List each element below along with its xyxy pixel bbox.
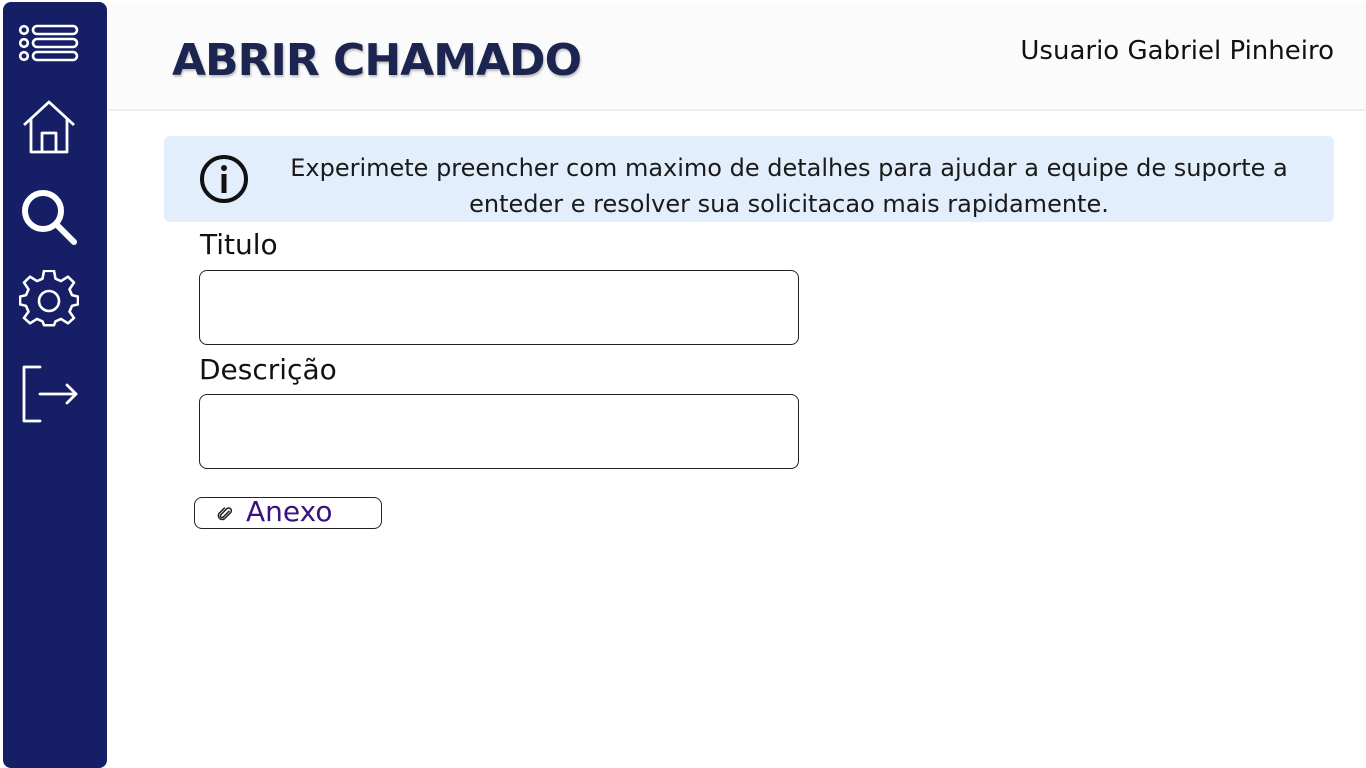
title-label: Titulo <box>200 228 278 261</box>
header: ABRIR CHAMADO Usuario Gabriel Pinheiro <box>108 3 1366 111</box>
sidebar <box>3 2 107 768</box>
page-title: ABRIR CHAMADO <box>172 35 582 86</box>
search-icon <box>18 186 80 248</box>
sidebar-item-menu[interactable] <box>17 15 81 79</box>
description-input[interactable] <box>199 394 799 469</box>
paperclip-icon <box>217 505 235 523</box>
title-input[interactable] <box>199 270 799 345</box>
info-message: Experimete preencher com maximo de detal… <box>284 150 1294 222</box>
info-banner: Experimete preencher com maximo de detal… <box>164 136 1334 222</box>
description-label: Descrição <box>199 353 337 386</box>
info-message-line-2: enteder e resolver sua solicitacao mais … <box>469 190 1109 218</box>
gear-icon <box>19 270 79 330</box>
sidebar-item-search[interactable] <box>17 185 81 249</box>
sidebar-item-home[interactable] <box>17 95 81 159</box>
info-icon <box>198 153 250 205</box>
attach-label: Anexo <box>246 495 333 528</box>
page: ABRIR CHAMADO Usuario Gabriel Pinheiro E… <box>0 0 1366 768</box>
logout-icon <box>18 363 80 425</box>
sidebar-item-logout[interactable] <box>17 362 81 426</box>
user-label: Usuario Gabriel Pinheiro <box>1020 36 1334 66</box>
info-message-line-1: Experimete preencher com maximo de detal… <box>290 154 1288 182</box>
attach-button[interactable]: Anexo <box>194 495 382 529</box>
list-icon <box>18 24 80 70</box>
sidebar-item-settings[interactable] <box>17 268 81 332</box>
home-icon <box>20 98 78 156</box>
